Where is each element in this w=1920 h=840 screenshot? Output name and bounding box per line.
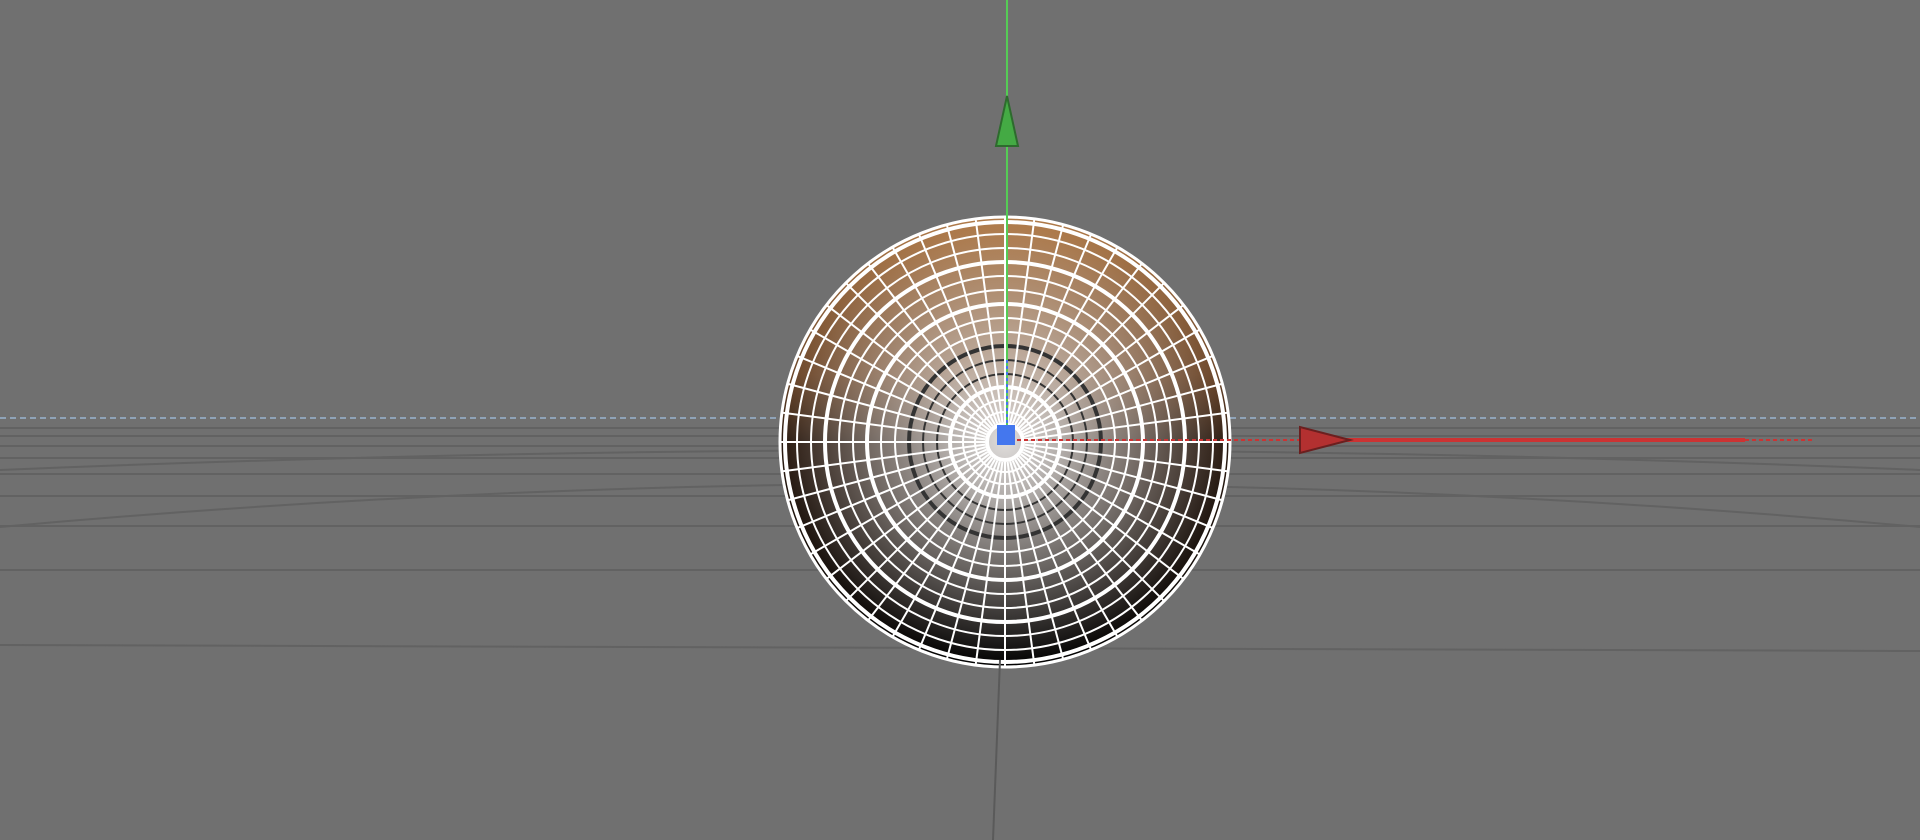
z-axis-origin-icon[interactable] (997, 425, 1015, 445)
viewport-canvas[interactable] (0, 0, 1920, 840)
3d-viewport[interactable] (0, 0, 1920, 840)
y-axis-arrow-icon[interactable] (994, 95, 1020, 147)
x-axis-arrow-icon[interactable] (1299, 425, 1354, 455)
vertical-guide-line (992, 659, 1001, 840)
